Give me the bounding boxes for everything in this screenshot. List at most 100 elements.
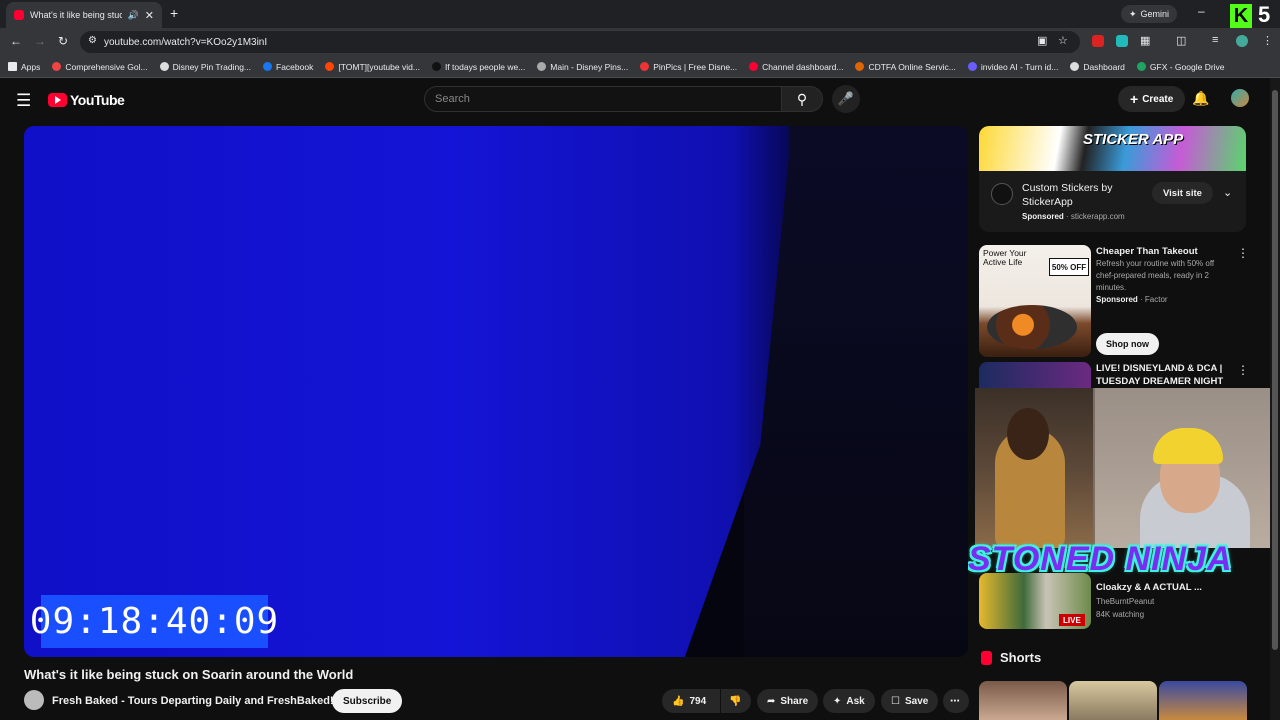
extensions-puzzle-icon[interactable]: ▦: [1140, 34, 1150, 47]
short-thumbnail[interactable]: [1159, 681, 1247, 720]
youtube-play-icon: [48, 93, 67, 107]
sponsored-label: Sponsored: [1022, 212, 1064, 221]
bookmark-favicon-icon: [263, 62, 273, 71]
voice-search-button[interactable]: 🎤: [832, 85, 860, 113]
reload-icon[interactable]: ↻: [58, 34, 68, 48]
bookmark-label: [TOMT][youtube vid...: [338, 61, 420, 72]
share-label: Share: [780, 695, 809, 707]
bookmark-label: If todays people we...: [444, 61, 526, 72]
ad-domain: stickerapp.com: [1070, 212, 1125, 221]
more-actions-button[interactable]: ⋯: [943, 689, 969, 713]
short-thumbnail[interactable]: [979, 681, 1067, 720]
bookmark-favicon-icon: [52, 62, 62, 71]
new-tab-button[interactable]: +: [170, 5, 178, 21]
bookmark-item[interactable]: invideo AI - Turn id...: [967, 62, 1058, 72]
shorts-heading: Shorts: [1000, 650, 1042, 665]
bookmark-label: Disney Pin Trading...: [172, 61, 252, 72]
bookmark-item[interactable]: PinPics | Free Disne...: [640, 62, 737, 72]
apps-grid-icon: [8, 62, 17, 71]
sidebar-video-title[interactable]: Cloakzy & A ACTUAL ...: [1096, 581, 1226, 594]
share-arrow-icon: ➦: [767, 695, 776, 707]
install-app-icon[interactable]: ▣: [1037, 34, 1047, 47]
minimize-button[interactable]: –: [1198, 4, 1205, 18]
bookmarks-bar: Apps Comprehensive Gol... Disney Pin Tradi…: [0, 56, 1280, 78]
bookmark-label: CDTFA Online Servic...: [868, 61, 956, 72]
profile-icon[interactable]: [1236, 35, 1248, 47]
extension-icon[interactable]: [1092, 35, 1104, 47]
browser-tab-active[interactable]: What's it like being stuck o 🔊 ✕: [6, 2, 162, 28]
bookmark-item[interactable]: Main - Disney Pins...: [537, 62, 628, 72]
bookmark-favicon-icon: [1070, 62, 1080, 71]
share-button[interactable]: ➦ Share: [757, 689, 819, 713]
bookmark-item[interactable]: Comprehensive Gol...: [52, 62, 148, 72]
media-queue-icon[interactable]: ≡: [1212, 34, 1218, 46]
save-label: Save: [904, 695, 929, 707]
ask-label: Ask: [846, 695, 865, 707]
gemini-button[interactable]: ✦ Gemini: [1121, 5, 1178, 23]
ad-title[interactable]: Custom Stickers by StickerApp: [1022, 181, 1142, 209]
url-text: youtube.com/watch?v=KOo2y1M3inI: [104, 36, 268, 48]
bookmark-item[interactable]: [TOMT][youtube vid...: [325, 62, 420, 72]
video-player[interactable]: 09:18:40:09: [24, 126, 968, 657]
search-button[interactable]: ⚲: [781, 86, 823, 112]
channel-name-text: Fresh Baked - Tours Departing Daily and …: [52, 695, 334, 707]
search-input[interactable]: Search: [424, 86, 782, 112]
bookmark-favicon-icon: [855, 62, 865, 71]
microphone-icon: 🎤: [837, 91, 855, 106]
speaker-icon[interactable]: 🔊: [128, 10, 139, 21]
stickerapp-ad-card[interactable]: Custom Stickers by StickerApp Sponsored …: [979, 171, 1246, 232]
bookmark-item[interactable]: If todays people we...: [431, 61, 526, 72]
chevron-down-icon[interactable]: ⌄: [1223, 186, 1232, 199]
bookmark-icon: ☐: [891, 695, 900, 707]
more-vertical-icon[interactable]: ⋮: [1237, 363, 1249, 377]
notifications-bell-icon[interactable]: 🔔: [1192, 90, 1209, 107]
bookmark-label: GFX - Google Drive: [1149, 61, 1225, 72]
sidebar-channel-name[interactable]: TheBurntPeanut: [1096, 597, 1154, 606]
channel-name[interactable]: Fresh Baked - Tours Departing Daily and …: [52, 695, 344, 707]
bookmark-label: Facebook: [276, 61, 314, 72]
bookmark-item[interactable]: GFX - Google Drive: [1136, 61, 1225, 72]
stickerapp-ad-banner[interactable]: STICKER APP: [979, 126, 1246, 171]
more-vertical-icon[interactable]: ⋮: [1237, 246, 1249, 260]
bookmark-favicon-icon: [325, 62, 335, 71]
back-arrow-icon[interactable]: ←: [10, 34, 22, 48]
youtube-logo[interactable]: YouTube: [48, 92, 125, 108]
page-scrollbar[interactable]: [1270, 78, 1280, 720]
bookmark-label: Dashboard: [1083, 61, 1125, 72]
extension-icon[interactable]: [1116, 35, 1128, 47]
bookmark-item[interactable]: Facebook: [263, 62, 313, 72]
site-info-icon[interactable]: ⚙: [88, 35, 97, 46]
video-thumbnail[interactable]: [979, 362, 1091, 388]
browser-menu-icon[interactable]: ⋮: [1262, 34, 1273, 47]
factor-ad-title[interactable]: Cheaper Than Takeout: [1096, 245, 1226, 258]
bookmark-item[interactable]: Dashboard: [1070, 62, 1125, 72]
thumbs-down-icon: 👎: [729, 695, 742, 707]
bookmark-item[interactable]: Channel dashboard...: [749, 62, 843, 72]
visit-site-button[interactable]: Visit site: [1152, 182, 1213, 204]
thumbs-up-icon: 👍: [672, 695, 685, 707]
short-thumbnail[interactable]: [1069, 681, 1157, 720]
bookmark-item[interactable]: Apps: [8, 62, 40, 72]
like-button[interactable]: 👍 794: [662, 689, 720, 713]
close-tab-icon[interactable]: ✕: [145, 9, 154, 22]
dislike-button[interactable]: 👎: [721, 689, 751, 713]
video-title: What's it like being stuck on Soarin aro…: [24, 667, 354, 682]
advertiser-name: Factor: [1144, 295, 1168, 304]
forward-arrow-icon[interactable]: →: [34, 34, 46, 48]
save-button[interactable]: ☐ Save: [881, 689, 939, 713]
create-button[interactable]: + Create: [1118, 86, 1186, 112]
url-field[interactable]: ⚙ youtube.com/watch?v=KOo2y1M3inI: [80, 31, 1080, 53]
shop-now-button[interactable]: Shop now: [1096, 333, 1159, 355]
address-bar-row: ← → ↻ ⚙ youtube.com/watch?v=KOo2y1M3inI …: [0, 28, 1280, 56]
bookmark-item[interactable]: CDTFA Online Servic...: [855, 61, 956, 72]
side-panel-icon[interactable]: ◫: [1176, 34, 1186, 47]
ask-button[interactable]: ✦ Ask: [823, 689, 875, 713]
menu-icon[interactable]: ☰: [16, 91, 31, 111]
bookmark-star-icon[interactable]: ☆: [1058, 34, 1068, 47]
bookmark-item[interactable]: Disney Pin Trading...: [159, 61, 252, 72]
channel-avatar[interactable]: [24, 690, 44, 710]
subscribe-button[interactable]: Subscribe: [332, 689, 403, 713]
youtube-wordmark: YouTube: [70, 92, 125, 108]
factor-ad-thumbnail[interactable]: Power Your Active Life 50% OFF: [979, 245, 1091, 357]
account-avatar[interactable]: [1231, 89, 1249, 107]
